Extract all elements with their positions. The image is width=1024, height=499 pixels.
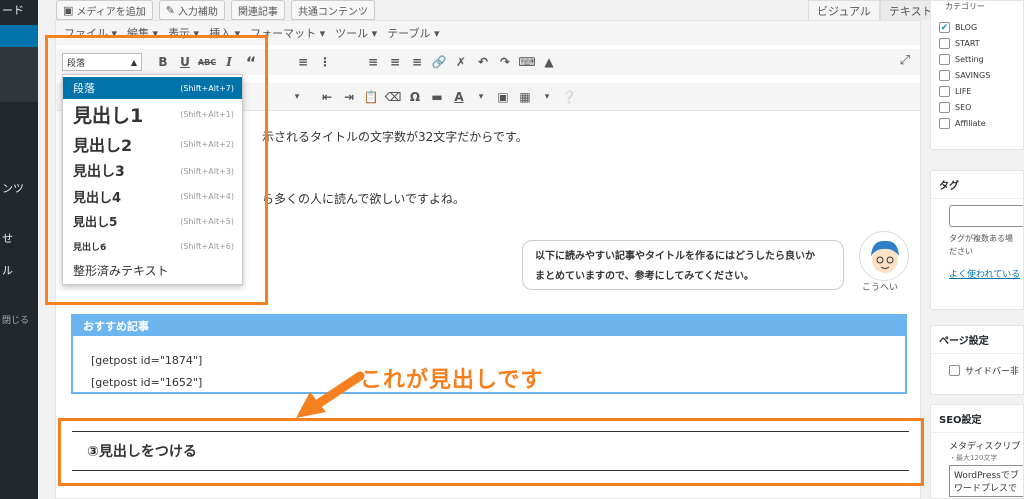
menu-tools[interactable]: ツール ▾ [335, 25, 377, 41]
highlight-frame-heading [58, 418, 924, 486]
tags-title: タグ [931, 171, 1023, 199]
align-center-icon[interactable]: ≡ [384, 55, 406, 69]
seo-settings-title: SEO設定 [931, 405, 1023, 433]
font-size-dropdown-icon[interactable]: ▾ [286, 92, 308, 102]
align-right-icon[interactable]: ≡ [406, 55, 428, 69]
fullscreen-icon[interactable]: ⤢ [900, 53, 910, 68]
format-option-heading-2[interactable]: 見出し2 (Shift+Alt+2) [63, 131, 242, 157]
annotation-text: これが見出しです [360, 368, 544, 393]
checkbox-icon[interactable] [939, 37, 950, 49]
format-option-heading-6[interactable]: 見出し6 (Shift+Alt+6) [63, 234, 242, 258]
admin-menu-item-tools[interactable]: ル [0, 262, 38, 278]
content-paragraph-2[interactable]: ら多くの人に読んで欲しいですよね。 [262, 190, 465, 207]
category-item-life[interactable]: LIFE [931, 83, 1023, 99]
align-left-icon[interactable]: ≡ [362, 55, 384, 69]
bullet-list-icon[interactable]: ≡ [292, 55, 314, 69]
category-item-start[interactable]: START [931, 35, 1023, 51]
numbered-list-icon[interactable]: ⋮ [314, 55, 336, 69]
admin-submenu [0, 47, 38, 102]
category-tab[interactable]: カテゴリー [931, 1, 1023, 17]
indent-icon[interactable]: ⇤ [316, 90, 338, 104]
sidebar-hide-option[interactable]: サイドバー非 [931, 362, 1023, 378]
tags-help: タグが複数ある場 [949, 234, 1013, 243]
admin-menu-item-dashboard[interactable]: ード [0, 2, 38, 18]
help-icon[interactable]: ❔ [558, 90, 580, 104]
speech-bubble[interactable]: 以下に読みやすい記事やタイトルを作るにはどうしたら良いか まとめていますので、参… [522, 240, 844, 290]
text-color-dropdown-icon[interactable]: ▾ [470, 92, 492, 102]
checkbox-icon[interactable] [939, 117, 950, 129]
checkbox-checked-icon[interactable]: ✔ [939, 21, 950, 33]
checkbox-icon[interactable] [939, 53, 950, 65]
getpost-shortcode-1: [getpost id="1874"] [91, 354, 203, 367]
tag-input[interactable] [949, 205, 1023, 227]
format-option-heading-4[interactable]: 見出し4 (Shift+Alt+4) [63, 184, 242, 208]
outdent-icon[interactable]: ⇥ [338, 90, 360, 104]
editor-mode-tabs: ビジュアル テキスト [808, 0, 942, 20]
format-option-preformatted[interactable]: 整形済みテキスト [63, 258, 242, 282]
admin-sidebar: ード ンツ せ ル 閉じる [0, 0, 38, 499]
right-sidebar: カテゴリー ✔ BLOG START Setting SAVINGS LIFE S… [930, 0, 1024, 499]
page-settings-panel: ページ設定 サイドバー非 [930, 325, 1024, 395]
tags-panel: タグ タグが複数ある場 ださい よく使われている [930, 170, 1024, 310]
stamp-icon[interactable]: ▲ [538, 55, 560, 69]
avatar-face-icon [871, 240, 899, 273]
admin-menu-item-settings[interactable]: せ [0, 230, 38, 246]
link-icon[interactable]: 🔗 [428, 55, 450, 69]
recommended-posts-title: おすすめ記事 [73, 316, 905, 336]
common-content-button[interactable]: 共通コンテンツ [290, 0, 375, 20]
related-posts-button[interactable]: 関連記事 [230, 0, 285, 20]
tags-help-2: ださい [949, 247, 973, 256]
meta-description-label: メタディスクリプ [949, 442, 1021, 452]
special-char-icon[interactable]: Ω [404, 90, 426, 104]
format-option-paragraph[interactable]: 段落 (Shift+Alt+7) [63, 77, 242, 99]
category-item-seo[interactable]: SEO [931, 99, 1023, 115]
paste-text-icon[interactable]: 📋 [360, 90, 382, 104]
horizontal-rule-icon[interactable]: ▬ [426, 90, 448, 104]
checkbox-icon[interactable] [939, 101, 950, 113]
media-icon: ▣ [63, 3, 74, 17]
checkbox-icon[interactable] [939, 85, 950, 97]
table-dropdown-icon[interactable]: ▾ [536, 92, 558, 102]
category-panel: カテゴリー ✔ BLOG START Setting SAVINGS LIFE S… [930, 0, 1024, 150]
admin-menu-collapse[interactable]: 閉じる [0, 313, 38, 326]
page-settings-title: ページ設定 [931, 326, 1023, 354]
text-color-icon[interactable]: A [448, 90, 470, 104]
clear-format-icon[interactable]: ⌫ [382, 90, 404, 104]
keyboard-icon[interactable]: ⌨ [516, 55, 538, 69]
category-item-savings[interactable]: SAVINGS [931, 67, 1023, 83]
getpost-shortcode-2: [getpost id="1652"] [91, 376, 203, 389]
editor-top-buttons: ▣ メディアを追加 ✎ 入力補助 関連記事 共通コンテンツ [56, 0, 375, 20]
format-option-heading-3[interactable]: 見出し3 (Shift+Alt+3) [63, 159, 242, 183]
admin-menu-item-contents[interactable]: ンツ [0, 180, 38, 196]
category-item-affiliate[interactable]: Affiliate [931, 115, 1023, 131]
pencil-icon: ✎ [165, 3, 175, 17]
checkbox-icon[interactable] [949, 364, 960, 376]
format-option-heading-5[interactable]: 見出し5 (Shift+Alt+5) [63, 209, 242, 233]
menu-table[interactable]: テーブル ▾ [387, 25, 439, 41]
format-dropdown-menu: 段落 (Shift+Alt+7) 見出し1 (Shift+Alt+1) 見出し2 (S… [62, 74, 243, 285]
undo-icon[interactable]: ↶ [472, 55, 494, 69]
category-item-blog[interactable]: ✔ BLOG [931, 19, 1023, 35]
format-option-heading-1[interactable]: 見出し1 (Shift+Alt+1) [63, 99, 242, 129]
admin-menu-item-posts-active[interactable] [0, 25, 38, 47]
annotation-arrow-icon [296, 371, 365, 418]
tab-visual[interactable]: ビジュアル [808, 0, 880, 20]
add-media-button[interactable]: ▣ メディアを追加 [56, 0, 153, 20]
input-assist-button[interactable]: ✎ 入力補助 [158, 0, 225, 20]
category-item-setting[interactable]: Setting [931, 51, 1023, 67]
meta-description-hint: ・最大120文字 [949, 454, 998, 462]
redo-icon[interactable]: ↷ [494, 55, 516, 69]
meta-description-textarea[interactable]: WordPressでブ ワードプレスで [949, 465, 1023, 497]
image-icon[interactable]: ▣ [492, 90, 514, 104]
unlink-icon[interactable]: ✗ [450, 55, 472, 69]
popular-tags-link[interactable]: よく使われている [931, 257, 1023, 280]
content-paragraph-1[interactable]: 示されるタイトルの文字数が32文字だからです。 [262, 128, 528, 145]
checkbox-icon[interactable] [939, 69, 950, 81]
table-icon[interactable]: ▦ [514, 90, 536, 104]
seo-settings-panel: SEO設定 メタディスクリプ ・最大120文字 WordPressでブ ワードプ… [930, 404, 1024, 499]
avatar [859, 231, 909, 281]
avatar-name: こうへい [862, 283, 899, 293]
